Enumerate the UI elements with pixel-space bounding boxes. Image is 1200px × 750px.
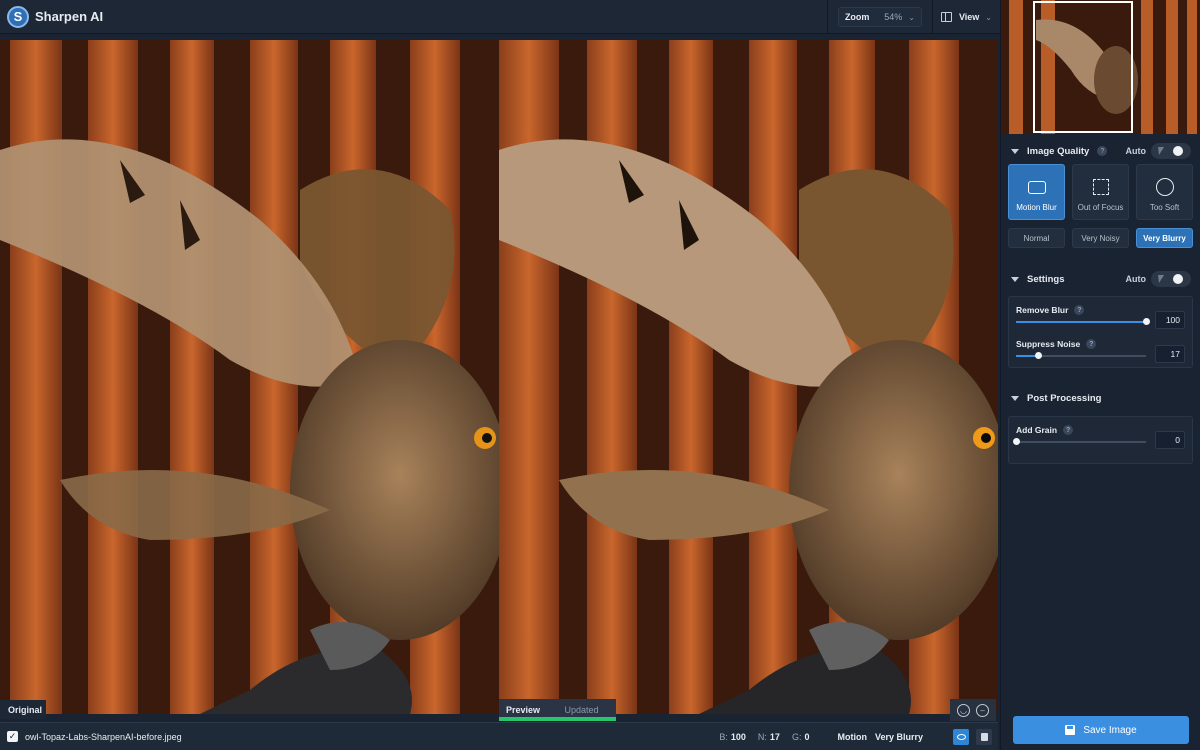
zoom-label: Zoom [844,12,870,22]
collapse-arrow-icon [1011,276,1019,282]
original-image-pane[interactable] [0,40,499,714]
split-view-icon [940,12,952,22]
image-quality-header[interactable]: Image Quality ? Auto [1001,138,1200,164]
remove-blur-input[interactable]: 100 [1155,311,1185,329]
mode-value: Very Blurry [874,731,923,742]
auto-label: Auto [1125,274,1147,284]
owl-original-image [0,40,499,714]
file-name: owl-Topaz-Labs-SharpenAI-before.jpeg [25,731,182,742]
collapse-arrow-icon [1011,148,1019,154]
grain-stat: G: 0 [791,731,810,742]
blur-level-options: Normal Very Noisy Very Blurry [1008,228,1193,248]
remove-blur-slider[interactable] [1016,318,1150,325]
very-blurry-level-button[interactable]: Very Blurry [1136,228,1193,248]
save-image-button[interactable]: Save Image [1013,716,1189,744]
blur-stat: B: 100 [719,731,746,742]
trash-icon [980,732,988,741]
preview-toggle-button[interactable] [953,728,969,745]
right-sidebar: Image Quality ? Auto Motion Blur Out of … [1000,0,1200,750]
add-grain-row: Add Grain? 0 [1009,417,1192,451]
view-dropdown[interactable]: View ⌄ [931,0,1000,34]
out-of-focus-option[interactable]: Out of Focus [1072,164,1129,220]
motion-blur-label: Motion Blur [1016,203,1057,212]
preview-progress-bar [499,717,616,721]
too-soft-label: Too Soft [1149,203,1180,212]
noise-stat: N: 17 [757,731,780,742]
motion-camera-icon [1026,177,1048,197]
help-icon[interactable]: ? [1097,146,1108,156]
toggle-knob [1173,274,1183,284]
out-of-focus-label: Out of Focus [1077,203,1124,212]
eye-icon [956,733,966,740]
save-disk-icon [1065,725,1076,735]
add-grain-input[interactable]: 0 [1155,431,1185,449]
settings-title: Settings [1027,273,1065,285]
sharpen-ai-app: S Sharpen AI Zoom 54% ⌄ View ⌄ Original … [0,0,1200,750]
feedback-buttons: ◡ – [950,699,996,721]
suppress-noise-label: Suppress Noise? [1016,339,1097,349]
view-label: View [958,12,980,22]
save-image-label: Save Image [1083,724,1137,736]
help-icon[interactable]: ? [1074,305,1085,315]
zoom-value: 54% [884,12,903,22]
image-quality-title: Image Quality [1027,145,1090,157]
add-grain-slider[interactable] [1013,438,1146,445]
auto-label: Auto [1125,146,1147,156]
toggle-knob [1173,146,1183,156]
collapse-arrow-icon [1011,395,1019,401]
lightning-icon [1155,275,1165,283]
thumbnail-image [1001,0,1200,134]
settings-panel: Remove Blur? 100 Suppress Noise? 17 [1008,296,1193,368]
file-checkbox[interactable]: ✓ [7,731,18,742]
very-noisy-level-button[interactable]: Very Noisy [1072,228,1129,248]
happy-face-icon[interactable]: ◡ [957,703,970,717]
chevron-down-icon: ⌄ [908,12,915,22]
original-label: Original [0,700,46,719]
zoom-dropdown[interactable]: Zoom 54% ⌄ [837,7,922,27]
mode-label: Motion [837,731,867,742]
post-processing-title: Post Processing [1027,392,1102,404]
help-icon[interactable]: ? [1063,425,1074,435]
post-processing-header[interactable]: Post Processing [1001,385,1200,411]
suppress-noise-input[interactable]: 17 [1155,345,1185,363]
normal-level-button[interactable]: Normal [1008,228,1065,248]
file-bar: ✓ owl-Topaz-Labs-SharpenAI-before.jpeg B… [0,722,998,750]
too-soft-option[interactable]: Too Soft [1136,164,1193,220]
slider-handle[interactable] [1013,438,1020,445]
top-header: S Sharpen AI Zoom 54% ⌄ View ⌄ [0,0,1000,34]
app-title: Sharpen AI [35,9,104,24]
chevron-down-icon: ⌄ [985,12,992,22]
suppress-noise-slider[interactable] [1016,352,1146,359]
preview-image-pane[interactable] [499,40,998,714]
auto-settings-toggle[interactable] [1151,271,1191,287]
remove-blur-row: Remove Blur? 100 [1009,297,1192,331]
owl-preview-image [499,40,998,714]
post-processing-panel: Add Grain? 0 [1008,416,1193,464]
slider-handle[interactable] [1035,352,1043,359]
soft-drop-icon [1154,177,1176,197]
header-controls: Zoom 54% ⌄ View ⌄ [826,0,1000,34]
motion-blur-option[interactable]: Motion Blur [1008,164,1065,220]
help-icon[interactable]: ? [1086,339,1097,349]
blur-type-options: Motion Blur Out of Focus Too Soft [1008,164,1193,220]
neutral-face-icon[interactable]: – [976,703,989,717]
focus-person-icon [1090,177,1112,197]
app-logo-icon: S [7,5,29,28]
remove-blur-label: Remove Blur? [1016,305,1085,315]
delete-button[interactable] [976,728,992,745]
auto-quality-toggle[interactable] [1151,143,1191,159]
zoom-control: Zoom 54% ⌄ [826,0,932,34]
settings-header[interactable]: Settings Auto [1001,266,1200,292]
file-stats: B: 100 N: 17 G: 0 Motion Very Blurry [719,723,998,750]
add-grain-label: Add Grain? [1016,425,1074,435]
slider-handle[interactable] [1143,318,1150,325]
suppress-noise-row: Suppress Noise? 17 [1009,331,1192,365]
navigator-thumbnail[interactable] [1001,0,1200,134]
lightning-icon [1155,147,1165,155]
